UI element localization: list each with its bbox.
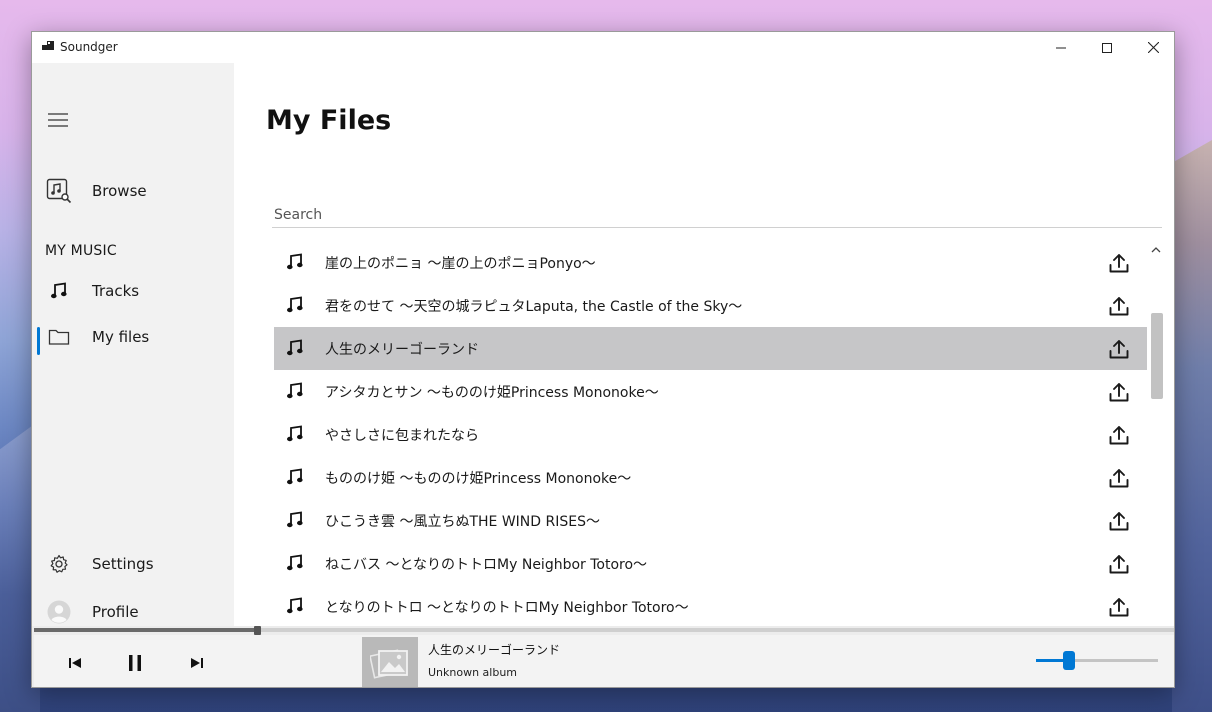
close-button[interactable] — [1130, 32, 1174, 63]
file-row[interactable]: となりのトトロ 〜となりのトトロMy Neighbor Totoro〜 — [274, 585, 1147, 626]
title-bar[interactable]: Soundger — [32, 32, 1174, 63]
file-title: もののけ姫 〜もののけ姫Princess Mononoke〜 — [325, 470, 632, 487]
file-title: やさしさに包まれたなら — [325, 427, 479, 444]
list-scrollbar[interactable] — [1149, 241, 1163, 654]
page-title: My Files — [266, 105, 392, 136]
file-row[interactable]: 君をのせて 〜天空の城ラピュタLaputa, the Castle of the… — [274, 284, 1147, 327]
gear-icon — [46, 551, 72, 577]
sidebar-item-label: Profile — [92, 603, 139, 621]
sidebar-item-label: My files — [92, 328, 150, 346]
sidebar-item-browse[interactable]: Browse — [32, 171, 234, 211]
upload-icon[interactable] — [1107, 423, 1131, 447]
file-title: ひこうき雲 〜風立ちぬTHE WIND RISES〜 — [325, 513, 600, 530]
file-title: ねこバス 〜となりのトトロMy Neighbor Totoro〜 — [325, 556, 648, 573]
app-window: Soundger Browse MY MUSIC Tracks My files… — [31, 31, 1175, 688]
sidebar: Browse MY MUSIC Tracks My files Settings… — [32, 63, 234, 626]
volume-thumb[interactable] — [1062, 651, 1075, 670]
active-indicator — [37, 327, 40, 355]
minimize-button[interactable] — [1038, 32, 1084, 63]
section-label-my-music: MY MUSIC — [45, 243, 117, 259]
file-row[interactable]: 人生のメリーゴーランド — [274, 327, 1147, 370]
sidebar-item-tracks[interactable]: Tracks — [32, 271, 234, 311]
close-icon — [1147, 42, 1159, 53]
pause-icon — [129, 655, 141, 671]
app-logo-icon — [42, 41, 54, 50]
music-note-icon — [286, 253, 304, 271]
now-playing-album: Unknown album — [428, 666, 518, 679]
file-title: アシタカとサン 〜もののけ姫Princess Mononoke〜 — [325, 384, 659, 401]
search-input[interactable] — [272, 202, 1162, 228]
skip-previous-icon — [69, 658, 81, 668]
maximize-button[interactable] — [1084, 32, 1130, 63]
sidebar-item-label: Browse — [92, 182, 147, 200]
maximize-icon — [1102, 42, 1112, 53]
sidebar-item-label: Settings — [92, 555, 154, 573]
previous-track-button[interactable] — [61, 649, 89, 677]
image-placeholder-icon — [370, 649, 408, 679]
scrollbar-thumb[interactable] — [1151, 313, 1163, 399]
music-note-icon — [286, 597, 304, 615]
playback-progress-fill — [34, 628, 258, 632]
file-row[interactable]: アシタカとサン 〜もののけ姫Princess Mononoke〜 — [274, 370, 1147, 413]
now-playing-title: 人生のメリーゴーランド — [428, 643, 561, 657]
minimize-icon — [1056, 47, 1066, 48]
music-note-icon — [286, 554, 304, 572]
music-note-icon — [286, 468, 304, 486]
file-title: 君をのせて 〜天空の城ラピュタLaputa, the Castle of the… — [325, 298, 743, 315]
avatar — [46, 599, 72, 625]
browse-music-icon — [46, 178, 72, 204]
album-art — [362, 637, 418, 687]
music-note-icon — [286, 425, 304, 443]
upload-icon[interactable] — [1107, 380, 1131, 404]
app-title: Soundger — [60, 40, 118, 54]
music-note-icon — [286, 339, 304, 357]
music-note-icon — [286, 511, 304, 529]
file-row[interactable]: やさしさに包まれたなら — [274, 413, 1147, 456]
file-title: 崖の上のポニョ 〜崖の上のポニョPonyo〜 — [325, 255, 596, 272]
file-list: 崖の上のポニョ 〜崖の上のポニョPonyo〜君をのせて 〜天空の城ラピュタLap… — [274, 241, 1147, 626]
music-note-icon — [286, 296, 304, 314]
playback-progress-thumb[interactable] — [254, 626, 262, 635]
upload-icon[interactable] — [1107, 251, 1131, 275]
upload-icon[interactable] — [1107, 466, 1131, 490]
desktop-mountain-right — [1172, 140, 1212, 712]
music-note-icon — [286, 382, 304, 400]
upload-icon[interactable] — [1107, 509, 1131, 533]
upload-icon[interactable] — [1107, 595, 1131, 619]
volume-slider[interactable] — [1036, 651, 1158, 670]
hamburger-menu-icon[interactable] — [48, 113, 68, 127]
playback-progress-bar[interactable] — [34, 626, 1174, 635]
music-note-icon — [46, 278, 72, 304]
sidebar-item-settings[interactable]: Settings — [32, 544, 234, 584]
pause-button[interactable] — [121, 649, 149, 677]
folder-icon — [46, 324, 72, 350]
file-row[interactable]: 崖の上のポニョ 〜崖の上のポニョPonyo〜 — [274, 241, 1147, 284]
file-row[interactable]: もののけ姫 〜もののけ姫Princess Mononoke〜 — [274, 456, 1147, 499]
player-bar: 人生のメリーゴーランド Unknown album — [32, 626, 1174, 687]
player-controls-area: 人生のメリーゴーランド Unknown album — [34, 635, 1174, 687]
file-row[interactable]: ひこうき雲 〜風立ちぬTHE WIND RISES〜 — [274, 499, 1147, 542]
scroll-up-icon[interactable] — [1151, 245, 1161, 255]
file-title: 人生のメリーゴーランド — [325, 341, 479, 358]
skip-next-icon — [191, 658, 203, 668]
file-title: となりのトトロ 〜となりのトトロMy Neighbor Totoro〜 — [325, 599, 689, 616]
next-track-button[interactable] — [183, 649, 211, 677]
upload-icon[interactable] — [1107, 552, 1131, 576]
main-content: My Files 崖の上のポニョ 〜崖の上のポニョPonyo〜君をのせて 〜天空… — [234, 63, 1174, 646]
upload-icon[interactable] — [1107, 294, 1131, 318]
upload-icon[interactable] — [1107, 337, 1131, 361]
sidebar-item-my-files[interactable]: My files — [32, 317, 234, 357]
sidebar-item-label: Tracks — [92, 282, 140, 300]
file-row[interactable]: ねこバス 〜となりのトトロMy Neighbor Totoro〜 — [274, 542, 1147, 585]
